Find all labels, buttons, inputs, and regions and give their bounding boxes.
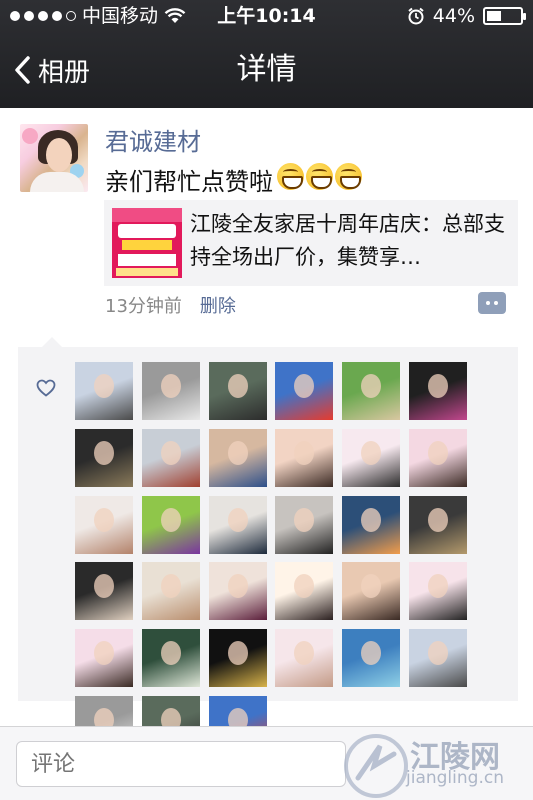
liker-avatar[interactable]	[409, 495, 467, 554]
avatar-figure	[294, 374, 315, 398]
avatar-shirt	[30, 172, 84, 192]
avatar-face	[46, 138, 72, 172]
battery-icon	[483, 7, 526, 25]
thumb-band	[116, 268, 178, 276]
post-username[interactable]: 君诚建材	[105, 122, 201, 157]
comment-icon[interactable]	[478, 292, 506, 314]
liker-avatar[interactable]	[208, 495, 267, 554]
avatar-figure	[428, 574, 448, 599]
grinning-face-icon	[306, 163, 333, 190]
navigation-bar: 相册 详情	[0, 34, 533, 106]
avatar-figure	[160, 440, 181, 465]
liker-avatar[interactable]	[208, 562, 267, 621]
emoji-row	[275, 163, 362, 196]
liker-avatar[interactable]	[275, 362, 334, 420]
avatar-figure	[361, 507, 382, 532]
avatar-figure	[361, 440, 382, 465]
comment-input[interactable]	[16, 741, 346, 787]
heart-icon	[36, 379, 56, 397]
watermark-url: jiangling.cn	[406, 768, 504, 788]
avatar-figure	[294, 440, 315, 465]
link-title: 江陵全友家居十周年店庆：总部支持全场出厂价，集赞享…	[190, 212, 505, 269]
avatar-figure	[428, 641, 448, 666]
avatar[interactable]	[20, 124, 88, 192]
liker-avatar[interactable]	[342, 495, 401, 554]
comment-icon-dot	[486, 301, 490, 305]
link-thumbnail	[112, 208, 182, 278]
liker-avatar[interactable]	[208, 428, 267, 487]
thumb-band	[118, 224, 176, 238]
avatar-figure	[227, 440, 248, 465]
liker-avatar[interactable]	[208, 629, 267, 688]
avatar-figure	[227, 574, 248, 599]
liker-avatar[interactable]	[409, 562, 467, 621]
liker-avatar[interactable]	[75, 495, 133, 554]
avatar-figure	[160, 507, 181, 532]
liker-avatar[interactable]	[342, 428, 401, 487]
top-bar: 中国移动 上午10:14 44% 相册 详情	[0, 0, 533, 108]
avatar-figure	[160, 641, 181, 666]
comment-icon-dot	[494, 301, 498, 305]
avatar-figure	[294, 574, 315, 599]
liker-avatar[interactable]	[75, 362, 133, 420]
status-bar: 中国移动 上午10:14 44%	[0, 0, 533, 32]
liker-avatar[interactable]	[141, 362, 200, 420]
liker-avatar[interactable]	[275, 428, 334, 487]
alarm-icon	[407, 7, 425, 25]
avatar-figure	[428, 440, 448, 465]
status-right: 44%	[407, 0, 526, 32]
avatar-figure	[94, 507, 114, 532]
avatar-figure	[94, 641, 114, 666]
post-text-content: 亲们帮忙点赞啦	[105, 168, 273, 196]
liker-avatar[interactable]	[409, 629, 467, 688]
post-time: 13分钟前	[105, 296, 182, 317]
avatar-figure	[227, 374, 248, 398]
liker-avatar[interactable]	[275, 629, 334, 688]
avatar-figure	[160, 574, 181, 599]
liker-avatar[interactable]	[409, 362, 467, 420]
avatar-figure	[294, 641, 315, 666]
liker-avatar[interactable]	[141, 428, 200, 487]
avatar-figure	[227, 641, 248, 666]
liker-avatar[interactable]	[275, 495, 334, 554]
shared-link-card[interactable]: 江陵全友家居十周年店庆：总部支持全场出厂价，集赞享…	[104, 200, 518, 286]
liker-avatar[interactable]	[409, 428, 467, 487]
grinning-face-icon	[335, 163, 362, 190]
avatar-figure	[361, 374, 382, 398]
liker-avatar[interactable]	[141, 562, 200, 621]
liker-avatar[interactable]	[342, 629, 401, 688]
delete-button[interactable]: 删除	[200, 292, 236, 318]
avatar-figure	[361, 574, 382, 599]
liker-avatar[interactable]	[342, 362, 401, 420]
avatar-figure	[428, 507, 448, 532]
post-text: 亲们帮忙点赞啦	[105, 162, 362, 197]
thumb-band	[118, 254, 176, 266]
avatar-figure	[361, 641, 382, 666]
liker-avatar[interactable]	[342, 562, 401, 621]
avatar-figure	[160, 374, 181, 398]
battery-percent: 44%	[432, 5, 475, 27]
liker-avatar[interactable]	[275, 562, 334, 621]
liker-avatar[interactable]	[208, 362, 267, 420]
avatar-figure	[294, 507, 315, 532]
post-meta: 13分钟前 删除	[105, 292, 236, 318]
thumb-band	[112, 208, 182, 222]
avatar-figure	[94, 574, 114, 599]
grinning-face-icon	[277, 163, 304, 190]
avatar-figure	[227, 507, 248, 532]
liker-avatar[interactable]	[141, 495, 200, 554]
battery-level	[487, 11, 501, 21]
liker-avatar[interactable]	[75, 562, 133, 621]
liker-avatar[interactable]	[75, 428, 133, 487]
avatar-figure	[94, 374, 114, 398]
avatar-figure	[94, 440, 114, 465]
likes-panel	[18, 337, 518, 754]
liker-avatar[interactable]	[141, 629, 200, 688]
thumb-band	[122, 240, 172, 250]
page-title: 详情	[236, 52, 297, 87]
liker-avatar[interactable]	[75, 629, 133, 688]
avatar-decoration	[22, 128, 38, 144]
avatar-figure	[428, 374, 448, 398]
